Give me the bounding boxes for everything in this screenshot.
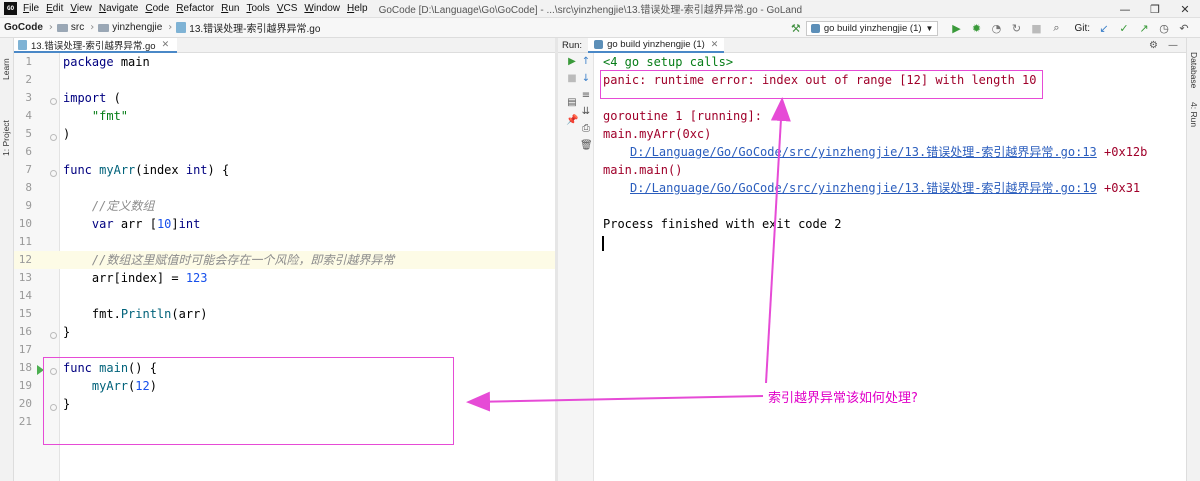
annotation-arrows <box>466 97 791 412</box>
arrow-to-panic <box>765 97 791 384</box>
arrow-to-main-func <box>466 391 764 412</box>
